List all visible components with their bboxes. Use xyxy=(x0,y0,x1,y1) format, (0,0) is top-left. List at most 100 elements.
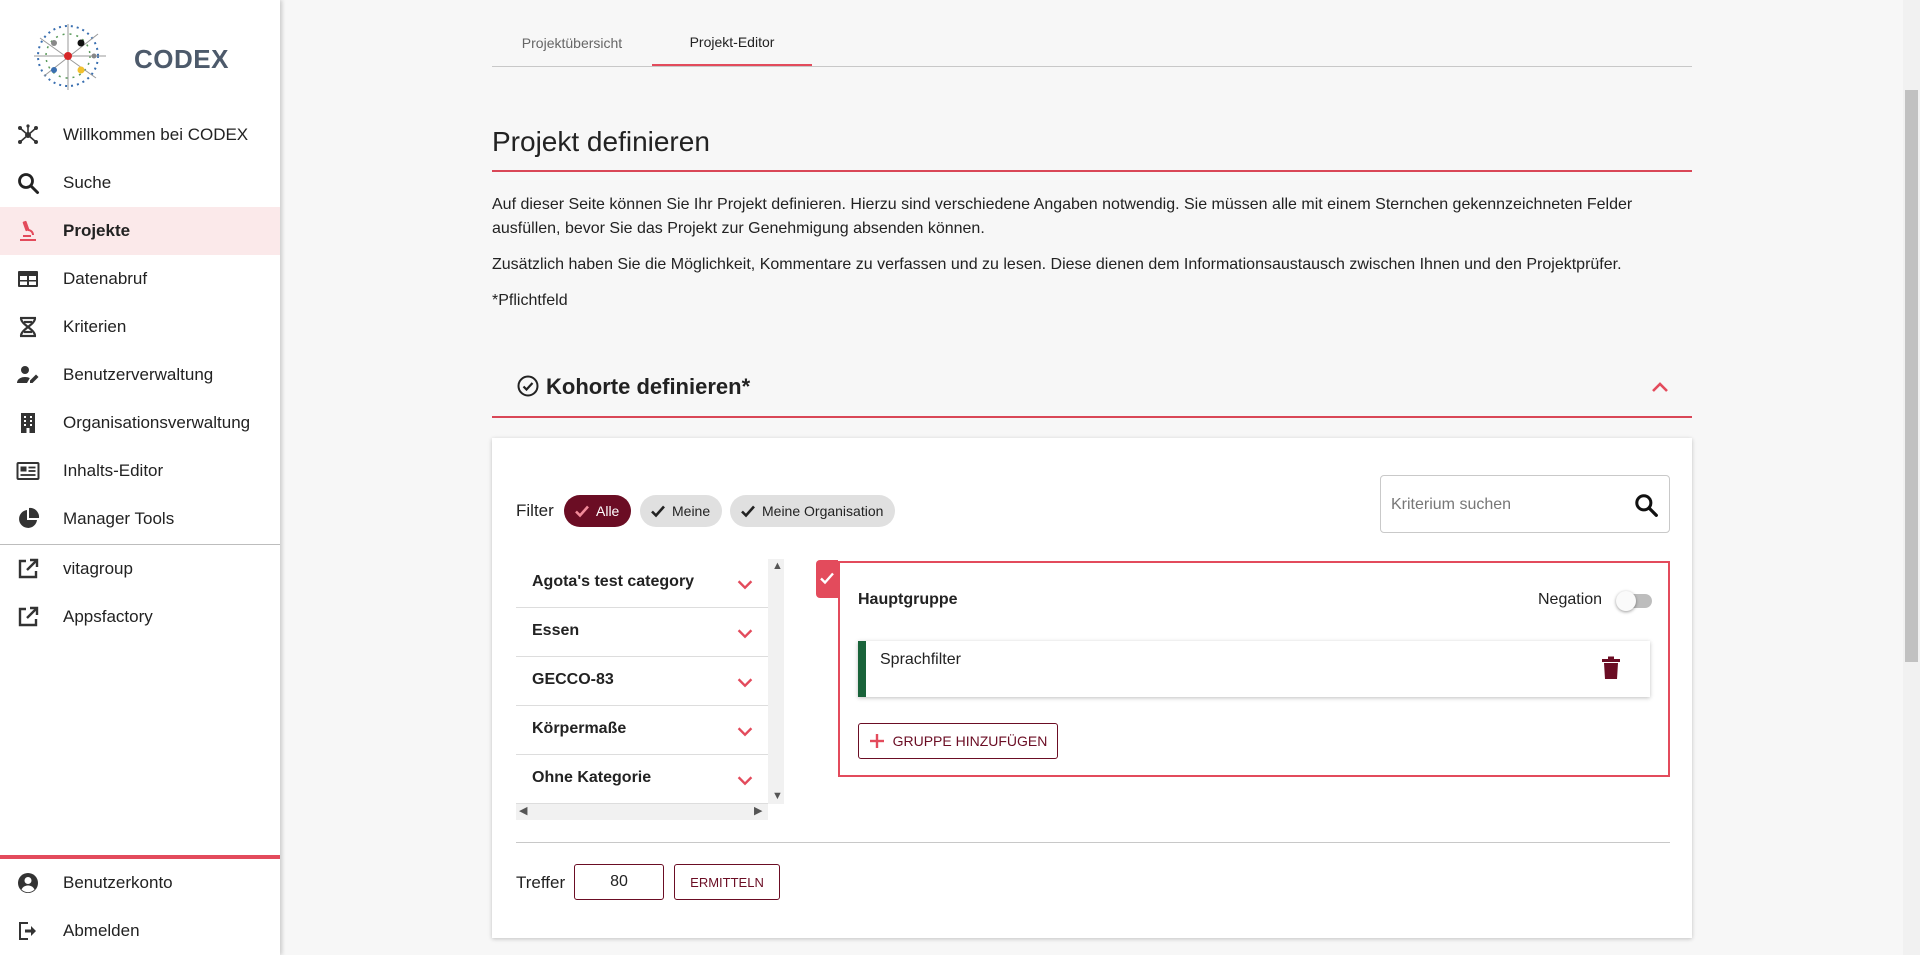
nav-datenabruf[interactable]: Datenabruf xyxy=(0,255,280,303)
sidebar: CODEX Willkommen bei CODEX Suche Projekt… xyxy=(0,0,280,955)
table-icon xyxy=(18,271,38,287)
chip-alle[interactable]: Alle xyxy=(564,495,632,527)
check-icon xyxy=(575,505,589,518)
nav-label: Datenabruf xyxy=(63,269,148,288)
add-group-button[interactable]: GRUPPE HINZUFÜGEN xyxy=(858,723,1058,759)
scroll-down-arrow[interactable]: ▼ xyxy=(772,791,783,802)
category-item[interactable]: Ohne Kategorie xyxy=(516,755,768,804)
chevron-down-icon[interactable] xyxy=(734,720,756,742)
scroll-up-arrow[interactable]: ▲ xyxy=(772,561,783,572)
chevron-up-icon[interactable] xyxy=(1648,376,1672,400)
nav-label: Kriterien xyxy=(63,317,127,336)
group-selected-tag[interactable] xyxy=(816,560,838,598)
category-list: Agota's test category Essen GECCO-83 Kör… xyxy=(516,559,784,821)
chip-meine[interactable]: Meine xyxy=(640,495,723,527)
trash-icon[interactable] xyxy=(1600,656,1622,680)
chip-meine-organisation[interactable]: Meine Organisation xyxy=(730,495,896,527)
codex-logo[interactable]: CODEX xyxy=(26,18,228,94)
nav-willkommen[interactable]: Willkommen bei CODEX xyxy=(0,111,280,159)
chevron-down-icon[interactable] xyxy=(734,671,756,693)
nav-kriterien[interactable]: Kriterien xyxy=(0,303,280,351)
microscope-icon xyxy=(20,220,36,241)
category-horizontal-scrollbar[interactable]: ◀ ▶ xyxy=(516,804,768,820)
check-icon xyxy=(651,505,665,518)
category-label: Körpermaße xyxy=(532,720,627,737)
negation-label: Negation xyxy=(1538,591,1603,608)
chevron-down-icon[interactable] xyxy=(734,573,756,595)
chevron-down-icon[interactable] xyxy=(734,769,756,791)
scroll-right-arrow[interactable]: ▶ xyxy=(754,806,762,817)
building-icon xyxy=(21,413,35,433)
tab-bar: Projektübersicht Projekt-Editor xyxy=(492,20,1692,67)
page-scrollbar[interactable] xyxy=(1903,0,1920,955)
intro-paragraph: Auf dieser Seite können Sie Ihr Projekt … xyxy=(492,196,1633,237)
newspaper-icon xyxy=(16,462,40,480)
link-appsfactory[interactable]: Appsfactory xyxy=(0,593,280,641)
tab-projekt-editor[interactable]: Projekt-Editor xyxy=(652,20,812,66)
nav-label: vitagroup xyxy=(63,559,133,578)
required-note: *Pflichtfeld xyxy=(492,292,568,309)
category-label: Agota's test category xyxy=(532,573,695,590)
nav-label: Willkommen bei CODEX xyxy=(63,125,249,144)
nav-label: Manager Tools xyxy=(63,509,175,528)
nav-label: Appsfactory xyxy=(63,607,153,626)
nav-inhalts-editor[interactable]: Inhalts-Editor xyxy=(0,447,280,495)
nav-projekte[interactable]: Projekte xyxy=(0,207,280,255)
page-title: Projekt definieren xyxy=(492,126,710,157)
treffer-label: Treffer xyxy=(516,873,566,892)
codex-logo-graphic xyxy=(34,24,106,90)
category-item[interactable]: GECCO-83 xyxy=(516,657,768,706)
dna-icon xyxy=(19,316,37,338)
tab-projektuebersicht[interactable]: Projektübersicht xyxy=(492,20,652,66)
comment-paragraph: Zusätzlich haben Sie die Möglichkeit, Ko… xyxy=(492,256,1622,273)
network-icon xyxy=(18,124,38,144)
cohort-title: Kohorte definieren* xyxy=(546,374,751,399)
nav-benutzerverwaltung[interactable]: Benutzerverwaltung xyxy=(0,351,280,399)
check-icon xyxy=(741,505,755,518)
chevron-down-icon[interactable] xyxy=(734,622,756,644)
ermitteln-button[interactable]: ERMITTELN xyxy=(674,864,780,900)
criterion-card[interactable]: Sprachfilter xyxy=(858,641,1650,697)
criterion-search-input[interactable] xyxy=(1391,493,1621,517)
external-link-icon xyxy=(18,558,39,579)
search-icon xyxy=(18,173,39,194)
search-icon[interactable] xyxy=(1633,492,1659,518)
group-title: Hauptgruppe xyxy=(858,591,958,608)
criterion-name: Sprachfilter xyxy=(880,651,961,668)
title-underline xyxy=(492,170,1692,172)
category-item[interactable]: Körpermaße xyxy=(516,706,768,755)
toggle-knob xyxy=(1616,591,1636,611)
nav-label: Benutzerkonto xyxy=(63,873,173,892)
plus-icon xyxy=(869,734,884,748)
category-item[interactable]: Agota's test category xyxy=(516,559,768,608)
account-circle-icon xyxy=(18,873,38,893)
logout-icon xyxy=(19,922,36,940)
chip-label: Alle xyxy=(596,503,620,519)
category-label: Essen xyxy=(532,622,580,639)
nav-manager-tools[interactable]: Manager Tools xyxy=(0,495,280,543)
scroll-left-arrow[interactable]: ◀ xyxy=(519,806,527,817)
nav-benutzerkonto[interactable]: Benutzerkonto xyxy=(0,859,280,907)
nav-abmelden[interactable]: Abmelden xyxy=(0,907,280,955)
cohort-accordion-header[interactable]: Kohorte definieren* xyxy=(492,360,1692,418)
chip-label: Meine xyxy=(672,503,711,519)
nav-organisationsverwaltung[interactable]: Organisationsverwaltung xyxy=(0,399,280,447)
criterion-search xyxy=(1380,475,1670,533)
category-label: GECCO-83 xyxy=(532,671,614,688)
category-item[interactable]: Essen xyxy=(516,608,768,657)
cohort-card: Filter Alle Meine Meine Organisation Ago… xyxy=(492,438,1692,938)
treffer-count: 80 xyxy=(574,864,664,900)
filter-label: Filter xyxy=(516,501,554,520)
nav-label: Abmelden xyxy=(63,921,140,940)
nav-label: Projekte xyxy=(63,221,131,240)
nav-suche[interactable]: Suche xyxy=(0,159,280,207)
external-link-icon xyxy=(18,606,39,627)
add-group-label: GRUPPE HINZUFÜGEN xyxy=(892,733,1048,749)
negation-toggle[interactable] xyxy=(1616,591,1652,611)
page-scrollbar-thumb[interactable] xyxy=(1905,90,1918,662)
link-vitagroup[interactable]: vitagroup xyxy=(0,545,280,593)
logo-text: CODEX xyxy=(134,44,229,74)
category-vertical-scrollbar[interactable]: ▲ ▼ xyxy=(768,559,784,804)
nav-label: Benutzerverwaltung xyxy=(63,365,214,384)
nav-label: Suche xyxy=(63,173,112,192)
